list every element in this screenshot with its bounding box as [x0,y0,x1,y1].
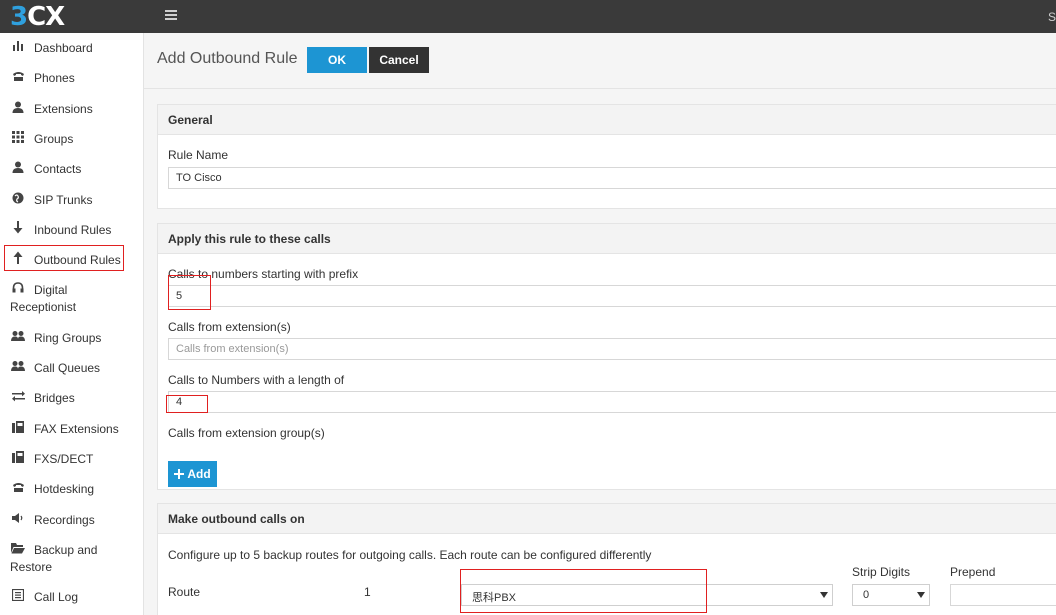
globe-icon [11,192,25,206]
sidebar-item-label: FXS/DECT [34,452,94,466]
from-extension-label: Calls from extension(s) [168,320,291,334]
sidebar-item-label: Recordings [34,513,95,527]
phone-icon [11,70,25,84]
contact-icon [11,161,25,175]
speaker-icon [11,512,25,526]
extension-group-label: Calls from extension group(s) [168,426,325,440]
menu-toggle-icon[interactable] [165,10,177,22]
route-label: Route [168,585,201,599]
sidebar-item-label: Inbound Rules [34,223,112,237]
prepend-label: Prepend [950,565,996,579]
sidebar-item-label: Dashboard [34,41,93,55]
sidebar-item-label-line2: Receptionist [10,300,77,314]
logo-mark: 3 [10,2,28,32]
chevron-down-icon [917,592,925,598]
prefix-input[interactable] [168,285,1056,307]
plus-icon [174,469,185,479]
length-input[interactable] [168,391,1056,413]
list-icon [11,588,25,603]
page-title: Add Outbound Rule [157,50,298,67]
ok-button[interactable]: OK [307,47,367,73]
folder-icon [11,542,25,556]
active-item-highlight [4,245,124,271]
route-number: 1 [364,585,371,599]
headset-icon [11,282,25,296]
prepend-input[interactable] [950,584,1056,606]
add-group-button[interactable]: Add [168,461,217,487]
fax-icon [11,451,25,465]
panel-heading: General [168,113,213,127]
arrow-down-icon [11,221,25,235]
grid-icon [11,131,25,145]
sidebar-item-label: Groups [34,132,74,146]
rule-name-input[interactable] [168,167,1056,189]
sidebar-item-label: SIP Trunks [34,193,93,207]
sidebar-item-label: Bridges [34,391,75,405]
cancel-button[interactable]: Cancel [369,47,429,73]
user-icon [11,101,25,115]
exchange-icon [11,390,25,404]
panel-heading: Make outbound calls on [168,512,305,526]
panel-header: Make outbound calls on [158,504,1056,534]
from-extension-input[interactable] [168,338,1056,360]
strip-digits-value: 0 [863,589,870,601]
header-divider [143,88,1056,89]
sidebar-item-label-line2: Restore [10,560,53,574]
users-icon [11,360,25,374]
sidebar-item-label: Call Log [34,590,79,604]
add-label: Add [187,467,211,481]
prefix-highlight [168,275,211,310]
sidebar-item-label: Backup and [34,543,98,557]
chevron-down-icon [820,592,828,598]
apply-rule-panel: Apply this rule to these calls Calls to … [157,223,1056,490]
logo[interactable]: 3CX [10,2,65,32]
sidebar-item-label: Ring Groups [34,331,102,345]
length-highlight [166,395,208,413]
sidebar-item-label: Phones [34,71,75,85]
panel-header: Apply this rule to these calls [158,224,1056,254]
sidebar-item-label: Extensions [34,102,93,116]
strip-digits-select[interactable]: 0 [852,584,930,606]
bar-chart-icon [11,40,25,54]
sidebar-item-label: Contacts [34,162,82,176]
sidebar-item-label: FAX Extensions [34,422,119,436]
length-label: Calls to Numbers with a length of [168,373,345,387]
routes-description: Configure up to 5 backup routes for outg… [168,548,652,562]
users-icon [11,330,25,344]
fax-icon [11,421,25,435]
route-highlight [460,569,707,613]
panel-header: General [158,105,1056,135]
sidebar-item-label: Hotdesking [34,482,95,496]
sidebar-item-label: Digital [34,283,68,297]
strip-digits-label: Strip Digits [852,565,911,579]
general-panel: General Rule Name [157,104,1056,209]
outbound-panel: Make outbound calls on Configure up to 5… [157,503,1056,615]
sidebar-item-label: Call Queues [34,361,101,375]
top-bar: 3CX S [0,0,1056,33]
rule-name-label: Rule Name [168,148,229,162]
sidebar: Dashboard Phones Extensions Groups Conta… [0,33,144,615]
phone-icon [11,481,25,495]
panel-heading: Apply this rule to these calls [168,232,331,246]
logo-text: CX [27,2,65,32]
user-menu[interactable]: S [1048,10,1056,24]
